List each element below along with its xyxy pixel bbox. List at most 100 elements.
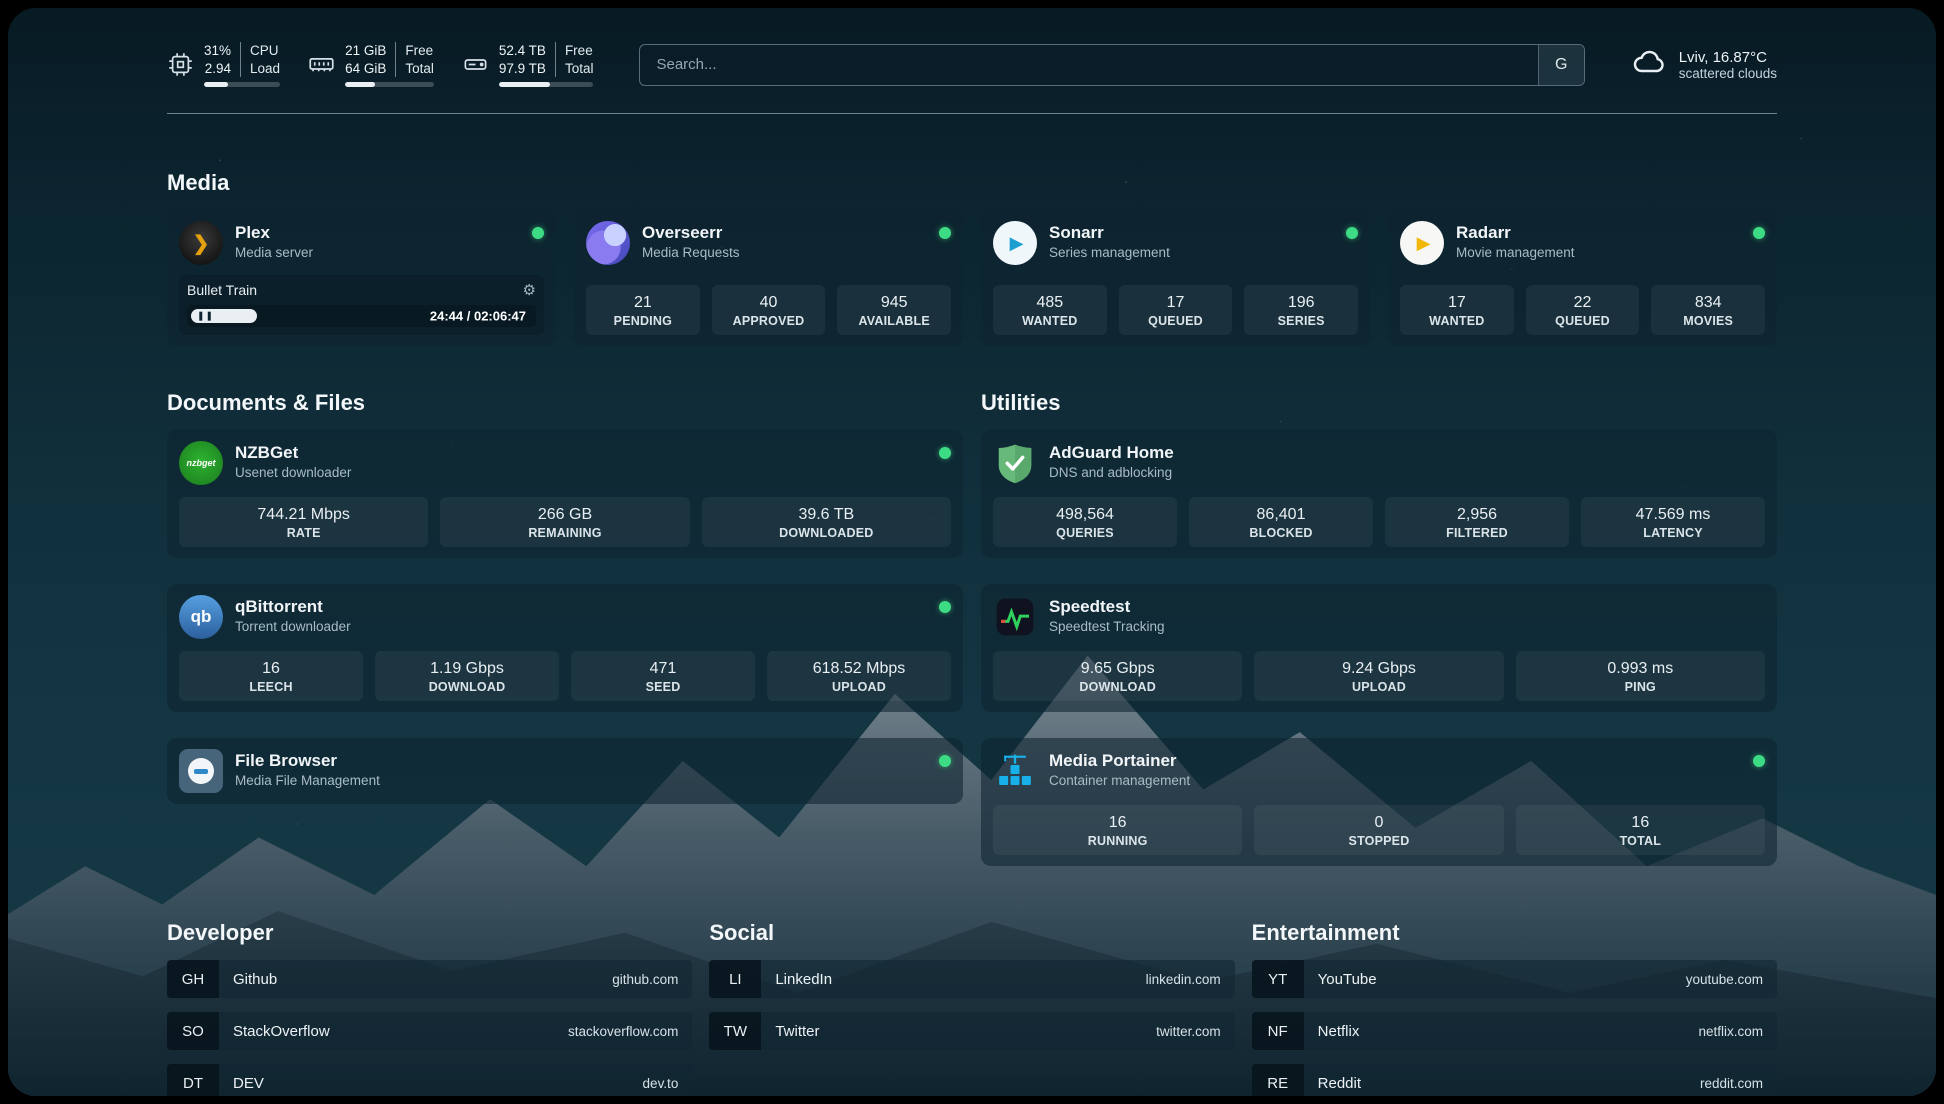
stat-running: 16 RUNNING: [993, 805, 1242, 855]
status-dot: [939, 755, 951, 767]
cpu-percent: 31%: [204, 42, 231, 60]
link-abbr: YT: [1252, 960, 1304, 998]
adguard-card[interactable]: AdGuard Home DNS and adblocking 498,564 …: [981, 430, 1777, 558]
search-input[interactable]: [640, 45, 1537, 85]
link-item-github[interactable]: GH Github github.com: [167, 960, 692, 998]
sonarr-icon: ▶: [993, 221, 1037, 265]
app-name: Overseerr: [642, 223, 740, 243]
overseerr-card[interactable]: Overseerr Media Requests 21 PENDING: [574, 210, 963, 346]
system-widgets: 31% 2.94 CPU Load: [167, 42, 593, 87]
dashboard-screen: 31% 2.94 CPU Load: [8, 8, 1936, 1096]
app-subtitle: Speedtest Tracking: [1049, 619, 1165, 634]
qbittorrent-card[interactable]: qb qBittorrent Torrent downloader 16 LEE…: [167, 584, 963, 712]
cpu-widget: 31% 2.94 CPU Load: [167, 42, 280, 87]
stat-latency: 47.569 ms LATENCY: [1581, 497, 1765, 547]
stat-seed: 471 SEED: [571, 651, 755, 701]
social-section-title: Social: [709, 920, 1234, 946]
ram-widget: 21 GiB 64 GiB Free Total: [308, 42, 434, 87]
link-item-stackoverflow[interactable]: SO StackOverflow stackoverflow.com: [167, 1012, 692, 1050]
stat-series: 196 SERIES: [1244, 285, 1358, 335]
stat-approved: 40 APPROVED: [712, 285, 826, 335]
stat-leech: 16 LEECH: [179, 651, 363, 701]
ram-label-top: Free: [405, 42, 434, 60]
now-playing-title: Bullet Train: [187, 282, 257, 298]
link-url: stackoverflow.com: [568, 1024, 692, 1039]
speedtest-card[interactable]: Speedtest Speedtest Tracking 9.65 Gbps D…: [981, 584, 1777, 712]
sonarr-card[interactable]: ▶ Sonarr Series management 485 WANTED: [981, 210, 1370, 346]
utilities-section-title: Utilities: [981, 390, 1777, 416]
status-dot: [939, 601, 951, 613]
plex-icon: ❯: [179, 221, 223, 265]
link-item-youtube[interactable]: YT YouTube youtube.com: [1252, 960, 1777, 998]
link-name: StackOverflow: [233, 1023, 330, 1040]
link-name: Netflix: [1318, 1023, 1360, 1040]
link-abbr: DT: [167, 1064, 219, 1096]
link-item-netflix[interactable]: NF Netflix netflix.com: [1252, 1012, 1777, 1050]
app-subtitle: Series management: [1049, 245, 1170, 260]
link-lists: Developer GH Github github.com SO StackO…: [167, 920, 1777, 1096]
cpu-load: 2.94: [204, 60, 231, 78]
app-name: AdGuard Home: [1049, 443, 1174, 463]
weather-widget[interactable]: Lviv, 16.87°C scattered clouds: [1631, 44, 1777, 85]
two-column-area: Documents & Files nzbget NZBGet Usenet d…: [167, 390, 1777, 866]
ram-free: 21 GiB: [345, 42, 386, 60]
gear-icon[interactable]: ⚙: [523, 283, 536, 298]
disk-icon: [462, 51, 489, 78]
link-name: DEV: [233, 1075, 264, 1092]
link-name: Reddit: [1318, 1075, 1361, 1092]
filebrowser-card[interactable]: File Browser Media File Management: [167, 738, 963, 804]
app-subtitle: Container management: [1049, 773, 1190, 788]
stat-download: 9.65 Gbps DOWNLOAD: [993, 651, 1242, 701]
stat-row: 498,564 QUERIES 86,401 BLOCKED 2,956 FIL…: [993, 485, 1765, 547]
link-item-linkedin[interactable]: LI LinkedIn linkedin.com: [709, 960, 1234, 998]
developer-links-section: Developer GH Github github.com SO StackO…: [167, 920, 692, 1096]
link-abbr: RE: [1252, 1064, 1304, 1096]
dashboard-content: 31% 2.94 CPU Load: [167, 8, 1777, 1096]
filebrowser-icon: [179, 749, 223, 793]
app-name: Plex: [235, 223, 313, 243]
cpu-label-bottom: Load: [250, 60, 280, 78]
app-name: Speedtest: [1049, 597, 1165, 617]
social-links-section: Social LI LinkedIn linkedin.com TW Twitt…: [709, 920, 1234, 1096]
stat-row: 485 WANTED 17 QUEUED 196 SERIES: [993, 273, 1358, 335]
plex-card[interactable]: ❯ Plex Media server Bullet Train ⚙: [167, 210, 556, 346]
app-name: Sonarr: [1049, 223, 1170, 243]
link-name: Twitter: [775, 1023, 819, 1040]
topbar-divider: [167, 113, 1777, 114]
app-subtitle: Media Requests: [642, 245, 740, 260]
stat-row: 17 WANTED 22 QUEUED 834 MOVIES: [1400, 273, 1765, 335]
portainer-card[interactable]: Media Portainer Container management 16 …: [981, 738, 1777, 866]
app-name: NZBGet: [235, 443, 351, 463]
link-item-reddit[interactable]: RE Reddit reddit.com: [1252, 1064, 1777, 1096]
link-item-dev[interactable]: DT DEV dev.to: [167, 1064, 692, 1096]
link-name: LinkedIn: [775, 971, 832, 988]
pause-icon[interactable]: ❚❚: [197, 311, 214, 322]
utilities-section: Utilities AdGuard Home DNS and adblockin…: [981, 390, 1777, 866]
nzbget-icon: nzbget: [179, 441, 223, 485]
stat-remaining: 266 GB REMAINING: [440, 497, 689, 547]
ram-label-bottom: Total: [405, 60, 434, 78]
stat-pending: 21 PENDING: [586, 285, 700, 335]
documents-section-title: Documents & Files: [167, 390, 963, 416]
link-name: Github: [233, 971, 277, 988]
app-subtitle: DNS and adblocking: [1049, 465, 1174, 480]
ram-widget-body: 21 GiB 64 GiB Free Total: [345, 42, 434, 87]
status-dot: [939, 447, 951, 459]
playback-progress-bar[interactable]: ❚❚ 24:44 / 02:06:47: [187, 305, 536, 327]
disk-label-top: Free: [565, 42, 594, 60]
link-abbr: TW: [709, 1012, 761, 1050]
app-subtitle: Torrent downloader: [235, 619, 351, 634]
developer-section-title: Developer: [167, 920, 692, 946]
link-item-twitter[interactable]: TW Twitter twitter.com: [709, 1012, 1234, 1050]
ram-icon: [308, 51, 335, 78]
window-frame: 31% 2.94 CPU Load: [0, 0, 1944, 1104]
search-engine-button[interactable]: G: [1538, 45, 1584, 85]
media-section-title: Media: [167, 170, 1777, 196]
entertainment-links-section: Entertainment YT YouTube youtube.com NF …: [1252, 920, 1777, 1096]
link-url: github.com: [612, 972, 692, 987]
link-name: YouTube: [1318, 971, 1377, 988]
nzbget-card[interactable]: nzbget NZBGet Usenet downloader 744.21 M…: [167, 430, 963, 558]
app-name: Radarr: [1456, 223, 1575, 243]
stat-total: 16 TOTAL: [1516, 805, 1765, 855]
radarr-card[interactable]: ▶ Radarr Movie management 17 WANTED: [1388, 210, 1777, 346]
